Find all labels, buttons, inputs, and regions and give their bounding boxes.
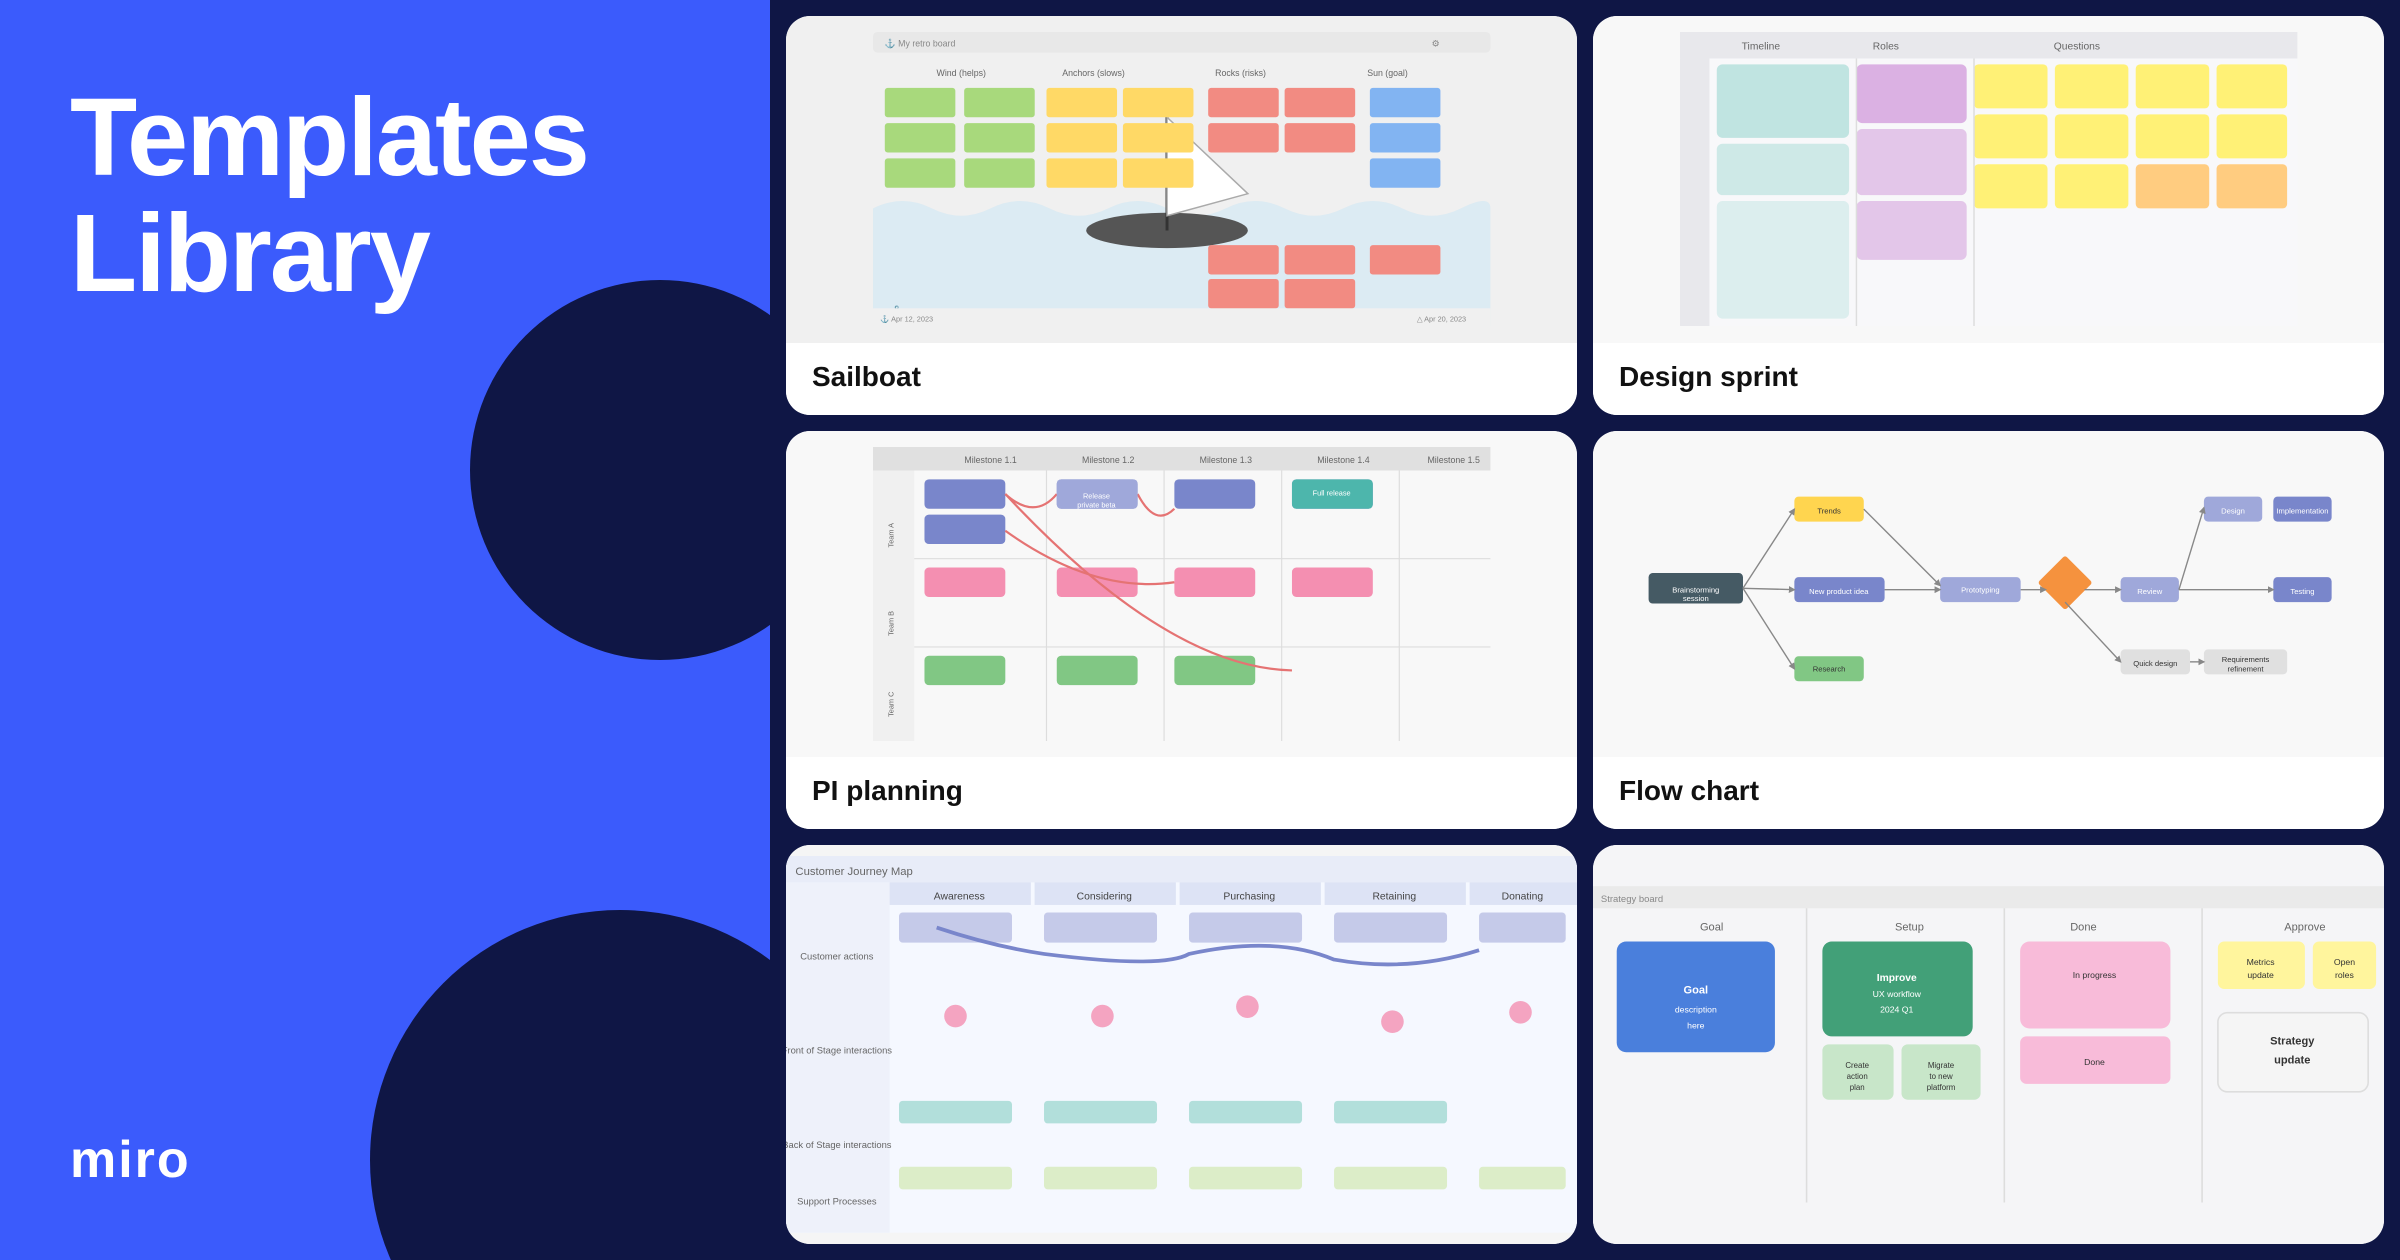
svg-text:Review: Review (2137, 587, 2162, 596)
svg-text:Migrate: Migrate (1928, 1061, 1955, 1070)
flow-chart-label: Flow chart (1593, 757, 2384, 829)
svg-text:private beta: private beta (1077, 500, 1116, 509)
svg-text:Milestone 1.2: Milestone 1.2 (1082, 455, 1135, 465)
svg-text:Milestone 1.5: Milestone 1.5 (1427, 455, 1480, 465)
sailboat-preview: ⚓ My retro board ⚙ Wind (helps) Anchors … (786, 16, 1577, 343)
svg-text:Milestone 1.4: Milestone 1.4 (1317, 455, 1370, 465)
svg-text:Prototyping: Prototyping (1961, 586, 2000, 595)
svg-text:Roles: Roles (1872, 42, 1898, 53)
svg-text:description: description (1675, 1005, 1717, 1015)
svg-text:Donating: Donating (1502, 892, 1544, 903)
svg-text:Timeline: Timeline (1741, 42, 1780, 53)
flow-chart-preview: Brainstorming session Trends New product… (1593, 431, 2384, 758)
svg-text:update: update (2274, 1055, 2310, 1067)
svg-text:Create: Create (1845, 1061, 1869, 1070)
svg-text:Full release: Full release (1312, 488, 1350, 497)
flow-chart-card[interactable]: Brainstorming session Trends New product… (1593, 431, 2384, 830)
svg-text:Strategy board: Strategy board (1601, 894, 1663, 905)
svg-text:Team A: Team A (886, 523, 895, 548)
svg-text:update: update (2247, 970, 2274, 980)
svg-text:Customer actions: Customer actions (800, 951, 873, 962)
svg-text:to new: to new (1929, 1072, 1953, 1081)
svg-text:UX workflow: UX workflow (1873, 989, 1922, 999)
svg-text:Implementation: Implementation (2276, 506, 2328, 515)
svg-text:Purchasing: Purchasing (1223, 892, 1275, 903)
svg-text:Approve: Approve (2284, 922, 2325, 934)
svg-text:Open: Open (2334, 958, 2355, 968)
pi-planning-card[interactable]: Milestone 1.1 Milestone 1.2 Milestone 1.… (786, 431, 1577, 830)
sailboat-svg: ⚓ My retro board ⚙ Wind (helps) Anchors … (806, 32, 1557, 326)
svg-text:Milestone 1.1: Milestone 1.1 (964, 455, 1017, 465)
right-panel: ⚓ My retro board ⚙ Wind (helps) Anchors … (770, 0, 2400, 1260)
flow-chart-svg: Brainstorming session Trends New product… (1613, 455, 2364, 733)
svg-text:Strategy: Strategy (2270, 1036, 2315, 1048)
miro-logo-text: miro (70, 1131, 191, 1189)
svg-text:refinement: refinement (2227, 665, 2264, 674)
svg-text:⚓ My retro board: ⚓ My retro board (885, 39, 956, 49)
svg-text:⚙: ⚙ (1431, 39, 1439, 49)
customer-journey-svg: Customer Journey Map Awareness Consideri… (786, 845, 1577, 1244)
svg-text:In progress: In progress (2073, 970, 2117, 980)
design-sprint-preview: Timeline Roles Questions (1593, 16, 2384, 343)
svg-text:Goal: Goal (1684, 985, 1709, 997)
svg-text:roles: roles (2335, 970, 2354, 980)
svg-text:Milestone 1.3: Milestone 1.3 (1199, 455, 1252, 465)
svg-text:here: here (1687, 1021, 1705, 1031)
svg-text:New product idea: New product idea (1809, 587, 1869, 596)
svg-text:Testing: Testing (2290, 587, 2314, 596)
svg-text:Customer Journey Map: Customer Journey Map (795, 866, 912, 878)
sailboat-label: Sailboat (786, 343, 1577, 415)
svg-text:Design: Design (2221, 506, 2245, 515)
svg-text:Done: Done (2070, 922, 2096, 934)
svg-text:Anchors (slows): Anchors (slows) (1062, 68, 1125, 78)
miro-logo: miro (70, 1130, 700, 1190)
svg-text:Done: Done (2084, 1057, 2105, 1067)
customer-journey-preview: Customer Journey Map Awareness Consideri… (786, 845, 1577, 1244)
svg-text:session: session (1683, 594, 1709, 603)
decorative-circle-bottom (370, 910, 770, 1260)
svg-text:Front of Stage interactions: Front of Stage interactions (786, 1045, 892, 1056)
sailboat-card[interactable]: ⚓ My retro board ⚙ Wind (helps) Anchors … (786, 16, 1577, 415)
svg-text:Awareness: Awareness (934, 892, 985, 903)
svg-text:△ Apr 20, 2023: △ Apr 20, 2023 (1417, 315, 1466, 324)
pi-preview: Milestone 1.1 Milestone 1.2 Milestone 1.… (786, 431, 1577, 758)
svg-text:Research: Research (1813, 665, 1846, 674)
svg-text:Team C: Team C (886, 691, 895, 717)
svg-text:Back of Stage interactions: Back of Stage interactions (786, 1139, 892, 1150)
svg-text:Questions: Questions (2054, 42, 2100, 53)
svg-text:Release: Release (1083, 491, 1110, 500)
svg-text:action: action (1847, 1072, 1868, 1081)
svg-text:Goal: Goal (1700, 922, 1723, 934)
svg-text:Retaining: Retaining (1372, 892, 1416, 903)
svg-text:2024 Q1: 2024 Q1 (1880, 1005, 1913, 1015)
svg-text:Setup: Setup (1895, 922, 1924, 934)
svg-text:Considering: Considering (1077, 892, 1132, 903)
svg-text:Quick design: Quick design (2133, 659, 2177, 668)
decorative-circle-top (470, 280, 770, 660)
pi-planning-label: PI planning (786, 757, 1577, 829)
svg-text:Team B: Team B (886, 611, 895, 636)
pi-planning-svg: Milestone 1.1 Milestone 1.2 Milestone 1.… (806, 447, 1557, 741)
svg-text:Metrics: Metrics (2247, 958, 2276, 968)
design-sprint-label: Design sprint (1593, 343, 2384, 415)
svg-text:Support Processes: Support Processes (797, 1196, 877, 1207)
design-sprint-svg: Timeline Roles Questions (1613, 32, 2364, 326)
svg-text:platform: platform (1927, 1084, 1956, 1093)
left-panel: Templates Library miro (0, 0, 770, 1260)
svg-text:Rocks (risks): Rocks (risks) (1215, 68, 1266, 78)
svg-text:Trends: Trends (1817, 506, 1841, 515)
svg-text:plan: plan (1850, 1084, 1865, 1093)
strategy-preview: Strategy board Goal Setup Done Approve G… (1593, 845, 2384, 1244)
customer-journey-card[interactable]: Customer Journey Map Awareness Consideri… (786, 845, 1577, 1244)
svg-text:Requirements: Requirements (2222, 655, 2270, 664)
page-title: Templates Library (70, 80, 700, 311)
design-sprint-card[interactable]: Timeline Roles Questions (1593, 16, 2384, 415)
strategy-svg: Strategy board Goal Setup Done Approve G… (1593, 845, 2384, 1244)
svg-text:⚓ Apr 12, 2023: ⚓ Apr 12, 2023 (880, 315, 933, 324)
svg-text:Wind (helps): Wind (helps) (936, 68, 985, 78)
svg-text:Improve: Improve (1877, 973, 1917, 984)
svg-text:Sun (goal): Sun (goal) (1367, 68, 1408, 78)
strategy-card[interactable]: Strategy board Goal Setup Done Approve G… (1593, 845, 2384, 1244)
